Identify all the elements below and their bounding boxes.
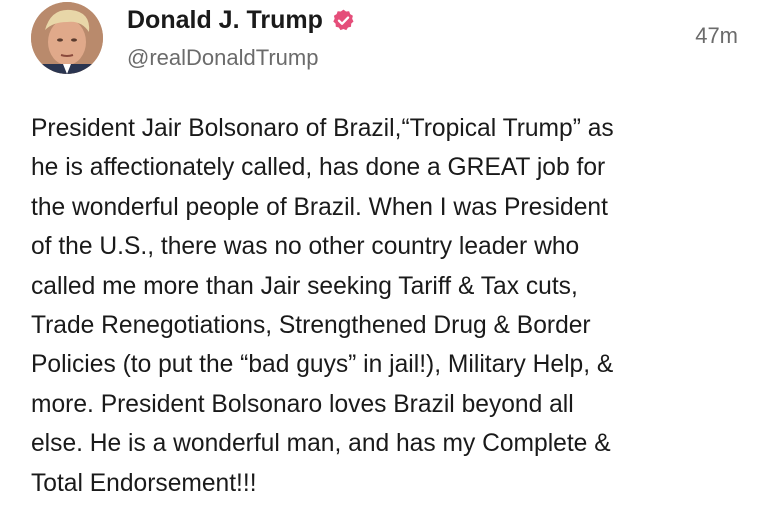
post-text-line: Total Endorsement!!! — [31, 469, 257, 497]
verified-badge-icon — [331, 8, 356, 33]
author-avatar[interactable] — [31, 2, 103, 74]
post-text-line: of the U.S., there was no other country … — [31, 233, 580, 261]
avatar-photo-icon — [31, 2, 103, 74]
author-name[interactable]: Donald J. Trump — [127, 6, 356, 35]
post-text-line: the wonderful people of Brazil. When I w… — [31, 193, 608, 221]
post-timestamp[interactable]: 47m — [695, 23, 738, 49]
post-text-line: Trade Renegotiations, Strengthened Drug … — [31, 312, 591, 340]
post-text-line: else. He is a wonderful man, and has my … — [31, 430, 611, 458]
post-body: President Jair Bolsonaro of Brazil,“Trop… — [31, 109, 753, 503]
post-text-line: Policies (to put the “bad guys” in jail!… — [31, 351, 614, 379]
author-handle[interactable]: @realDonaldTrump — [127, 45, 318, 71]
author-name-text: Donald J. Trump — [127, 6, 323, 34]
post-text-line: called me more than Jair seeking Tariff … — [31, 272, 578, 300]
post-text-line: he is affectionately called, has done a … — [31, 154, 606, 182]
post-text-line: President Jair Bolsonaro of Brazil,“Trop… — [31, 115, 614, 142]
post-text-line: more. President Bolsonaro loves Brazil b… — [31, 390, 574, 418]
post-card: Donald J. Trump @realDonaldTrump 47m Pre… — [0, 0, 768, 512]
